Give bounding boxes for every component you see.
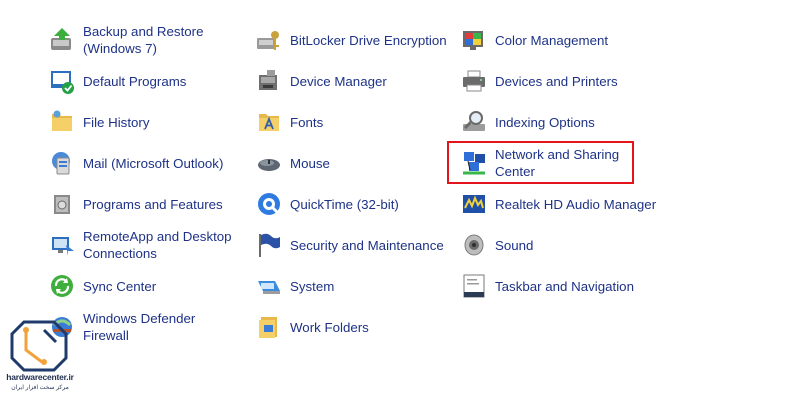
- taskbar-icon: [459, 271, 489, 301]
- speaker-icon: [459, 230, 489, 260]
- quicktime-item[interactable]: QuickTime (32-bit): [254, 186, 454, 222]
- control-panel-items-grid: Backup and Restore (Windows 7) Default P…: [0, 0, 800, 400]
- remoteapp-item[interactable]: RemoteApp and Desktop Connections: [47, 227, 237, 263]
- system-label: System: [290, 278, 335, 294]
- file-history-label: File History: [83, 114, 150, 130]
- bitlocker-label: BitLocker Drive Encryption: [290, 32, 447, 48]
- device-manager-item[interactable]: Device Manager: [254, 63, 454, 99]
- watermark-subtitle: مرکز سخت افزار ایران: [11, 385, 69, 391]
- mail-label: Mail (Microsoft Outlook): [83, 155, 224, 171]
- watermark-logo-graphic: [10, 320, 68, 372]
- backup-and-restore-label: Backup and Restore (Windows 7): [83, 24, 204, 56]
- fonts-icon: [254, 107, 284, 137]
- system-item[interactable]: System: [254, 268, 454, 304]
- mail-item[interactable]: Mail (Microsoft Outlook): [47, 145, 237, 181]
- mouse-label: Mouse: [290, 155, 330, 171]
- device-manager-label: Device Manager: [290, 73, 387, 89]
- remoteapp-label: RemoteApp and Desktop Connections: [83, 229, 232, 261]
- default-programs-label: Default Programs: [83, 73, 187, 89]
- realtek-audio-item[interactable]: Realtek HD Audio Manager: [459, 186, 679, 222]
- bitlocker-icon: [254, 25, 284, 55]
- color-management-item[interactable]: Color Management: [459, 22, 679, 58]
- sound-label: Sound: [495, 237, 534, 253]
- windows-defender-firewall-label: Windows Defender Firewall: [83, 311, 196, 343]
- remoteapp-icon: [47, 230, 77, 260]
- color-management-label: Color Management: [495, 32, 609, 48]
- highlight-box: [447, 141, 634, 184]
- quicktime-icon: [254, 189, 284, 219]
- bitlocker-item[interactable]: BitLocker Drive Encryption: [254, 22, 454, 58]
- quicktime-label: QuickTime (32-bit): [290, 196, 399, 212]
- magnifier-icon: [459, 107, 489, 137]
- fonts-label: Fonts: [290, 114, 324, 130]
- flag-icon: [254, 230, 284, 260]
- security-and-maintenance-label: Security and Maintenance: [290, 237, 444, 253]
- taskbar-and-navigation-label: Taskbar and Navigation: [495, 278, 634, 294]
- sound-item[interactable]: Sound: [459, 227, 679, 263]
- sync-center-icon: [47, 271, 77, 301]
- devices-and-printers-item[interactable]: Devices and Printers: [459, 63, 679, 99]
- fonts-item[interactable]: Fonts: [254, 104, 454, 140]
- security-and-maintenance-item[interactable]: Security and Maintenance: [254, 227, 454, 263]
- sync-center-item[interactable]: Sync Center: [47, 268, 237, 304]
- file-history-item[interactable]: File History: [47, 104, 237, 140]
- backup-restore-icon: [47, 25, 77, 55]
- default-programs-icon: [47, 66, 77, 96]
- work-folders-item[interactable]: Work Folders: [254, 309, 454, 345]
- mail-icon: [47, 148, 77, 178]
- watermark-logo: hardwarecenter.ir مرکز سخت افزار ایران: [4, 312, 76, 398]
- work-folders-label: Work Folders: [290, 319, 369, 335]
- realtek-audio-icon: [459, 189, 489, 219]
- printer-icon: [459, 66, 489, 96]
- indexing-options-label: Indexing Options: [495, 114, 595, 130]
- work-folders-icon: [254, 312, 284, 342]
- programs-and-features-item[interactable]: Programs and Features: [47, 186, 237, 222]
- color-management-icon: [459, 25, 489, 55]
- file-history-icon: [47, 107, 77, 137]
- realtek-audio-label: Realtek HD Audio Manager: [495, 196, 657, 212]
- device-manager-icon: [254, 66, 284, 96]
- watermark-brand: hardwarecenter.ir: [6, 372, 74, 382]
- system-icon: [254, 271, 284, 301]
- backup-and-restore-item[interactable]: Backup and Restore (Windows 7): [47, 22, 237, 58]
- indexing-options-item[interactable]: Indexing Options: [459, 104, 679, 140]
- mouse-item[interactable]: Mouse: [254, 145, 454, 181]
- devices-and-printers-label: Devices and Printers: [495, 73, 618, 89]
- programs-and-features-icon: [47, 189, 77, 219]
- sync-center-label: Sync Center: [83, 278, 157, 294]
- default-programs-item[interactable]: Default Programs: [47, 63, 237, 99]
- mouse-icon: [254, 148, 284, 178]
- programs-and-features-label: Programs and Features: [83, 196, 223, 212]
- taskbar-and-navigation-item[interactable]: Taskbar and Navigation: [459, 268, 679, 304]
